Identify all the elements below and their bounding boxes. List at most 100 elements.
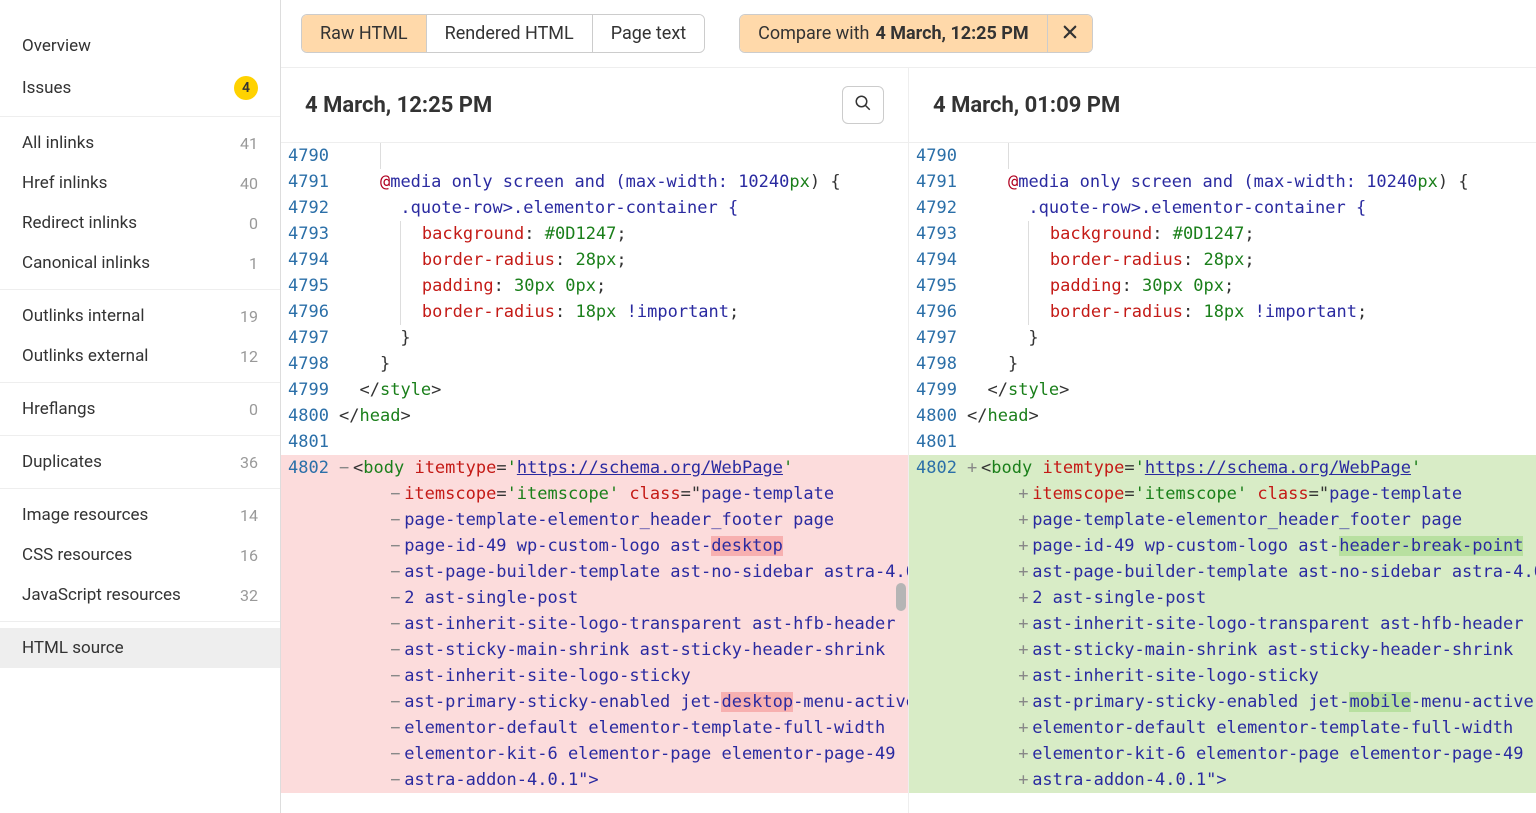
line-number: 4790 [281,143,339,169]
code-line: </style> [339,377,908,403]
sidebar-item-label: Canonical inlinks [22,253,150,273]
sidebar-item-duplicates[interactable]: Duplicates 36 [0,442,280,482]
sidebar-item-label: JavaScript resources [22,585,181,605]
sidebar-item-label: CSS resources [22,545,132,565]
code-line: −page-id-49 wp-custom-logo ast-desktop [339,533,908,559]
compare-group: Compare with 4 March, 12:25 PM [739,14,1093,53]
sidebar-item-hreflangs[interactable]: Hreflangs 0 [0,389,280,429]
line-number: 4794 [281,247,339,273]
line-number: 4797 [909,325,967,351]
code-line: .quote-row>.elementor-container { [967,195,1536,221]
tabs-row: Raw HTML Rendered HTML Page text Compare… [281,0,1536,67]
compare-close-button[interactable] [1048,15,1092,52]
code-line: −ast-primary-sticky-enabled jet-desktop-… [339,689,908,715]
code-line: −ast-inherit-site-logo-sticky [339,663,908,689]
code-line: } [967,325,1536,351]
sidebar-item-label: Image resources [22,505,148,525]
sidebar-item-count: 1 [249,254,258,273]
line-number: 4795 [909,273,967,299]
code-line: −elementor-default elementor-template-fu… [339,715,908,741]
snapshot-right-title: 4 March, 01:09 PM [933,93,1120,118]
code-line [967,143,1536,169]
code-line: @media only screen and (max-width: 10240… [339,169,908,195]
sidebar-item-count: 0 [249,400,258,419]
code-pane-left[interactable]: 4790 4791 @media only screen and (max-wi… [281,143,908,813]
sidebar-item-count: 16 [240,546,258,565]
code-line: </head> [339,403,908,429]
sidebar-item-canonical-inlinks[interactable]: Canonical inlinks 1 [0,243,280,283]
sidebar-item-count: 40 [240,174,258,193]
sidebar-item-count: 41 [240,134,258,153]
code-line: background: #0D1247; [967,221,1536,247]
sidebar-item-javascript-resources[interactable]: JavaScript resources 32 [0,575,280,615]
sidebar-item-count: 32 [240,586,258,605]
sidebar-item-count: 19 [240,307,258,326]
sidebar-item-css-resources[interactable]: CSS resources 16 [0,535,280,575]
sidebar-item-issues[interactable]: Issues 4 [0,66,280,110]
sidebar-item-label: Hreflangs [22,399,95,419]
sidebar: Overview Issues 4 All inlinks 41 Href in… [0,0,281,813]
sidebar-item-count: 14 [240,506,258,525]
sidebar-item-redirect-inlinks[interactable]: Redirect inlinks 0 [0,203,280,243]
code-pane-right[interactable]: 4790 4791 @media only screen and (max-wi… [908,143,1536,813]
code-line: −astra-addon-4.0.1"> [339,767,908,793]
code-line: background: #0D1247; [339,221,908,247]
code-line: +itemscope='itemscope' class="page-templ… [967,481,1536,507]
line-number: 4793 [909,221,967,247]
sidebar-item-count: 0 [249,214,258,233]
line-number: 4794 [909,247,967,273]
code-line: padding: 30px 0px; [967,273,1536,299]
scrollbar-thumb[interactable] [896,583,906,611]
code-line: +page-id-49 wp-custom-logo ast-header-br… [967,533,1536,559]
line-number: 4801 [909,429,967,455]
sidebar-item-label: Outlinks internal [22,306,145,326]
sidebar-item-label: All inlinks [22,133,94,153]
tab-raw-html[interactable]: Raw HTML [302,15,427,52]
sidebar-item-label: Redirect inlinks [22,213,137,233]
search-button[interactable] [842,86,884,124]
tab-rendered-html[interactable]: Rendered HTML [427,15,593,52]
sidebar-item-outlinks-internal[interactable]: Outlinks internal 19 [0,296,280,336]
sidebar-item-all-inlinks[interactable]: All inlinks 41 [0,123,280,163]
compare-chip[interactable]: Compare with 4 March, 12:25 PM [740,15,1048,52]
compare-prefix: Compare with [758,23,869,44]
code-line: −ast-inherit-site-logo-transparent ast-h… [339,611,908,637]
line-number: 4796 [909,299,967,325]
code-line [339,143,908,169]
code-line: border-radius: 18px !important; [339,299,908,325]
close-icon [1061,23,1079,45]
line-number: 4793 [281,221,339,247]
line-number: 4800 [909,403,967,429]
code-line: +ast-inherit-site-logo-sticky [967,663,1536,689]
code-line: } [339,351,908,377]
sidebar-item-outlinks-external[interactable]: Outlinks external 12 [0,336,280,376]
code-line: border-radius: 28px; [967,247,1536,273]
code-line: } [339,325,908,351]
code-line: +ast-primary-sticky-enabled jet-mobile-m… [967,689,1536,715]
code-line: −<body itemtype='https://schema.org/WebP… [339,455,908,481]
code-line: } [967,351,1536,377]
code-line: +ast-page-builder-template ast-no-sideba… [967,559,1536,585]
code-line: −elementor-kit-6 elementor-page elemento… [339,741,908,767]
line-number: 4795 [281,273,339,299]
code-line: −page-template-elementor_header_footer p… [339,507,908,533]
line-number: 4802 [281,455,339,481]
code-line [339,429,908,455]
issues-badge: 4 [234,76,258,100]
tab-page-text[interactable]: Page text [593,15,704,52]
sidebar-item-image-resources[interactable]: Image resources 14 [0,495,280,535]
line-number: 4801 [281,429,339,455]
sidebar-item-label: Issues [22,78,71,98]
code-line: −2 ast-single-post [339,585,908,611]
code-line: −ast-sticky-main-shrink ast-sticky-heade… [339,637,908,663]
sidebar-item-count: 36 [240,453,258,472]
compare-target: 4 March, 12:25 PM [875,23,1028,44]
sidebar-item-html-source[interactable]: HTML source [0,628,280,668]
line-number: 4792 [909,195,967,221]
line-number: 4796 [281,299,339,325]
sidebar-item-href-inlinks[interactable]: Href inlinks 40 [0,163,280,203]
code-line: +ast-inherit-site-logo-transparent ast-h… [967,611,1536,637]
code-line: .quote-row>.elementor-container { [339,195,908,221]
sidebar-item-overview[interactable]: Overview [0,26,280,66]
sidebar-item-label: Overview [22,36,91,56]
